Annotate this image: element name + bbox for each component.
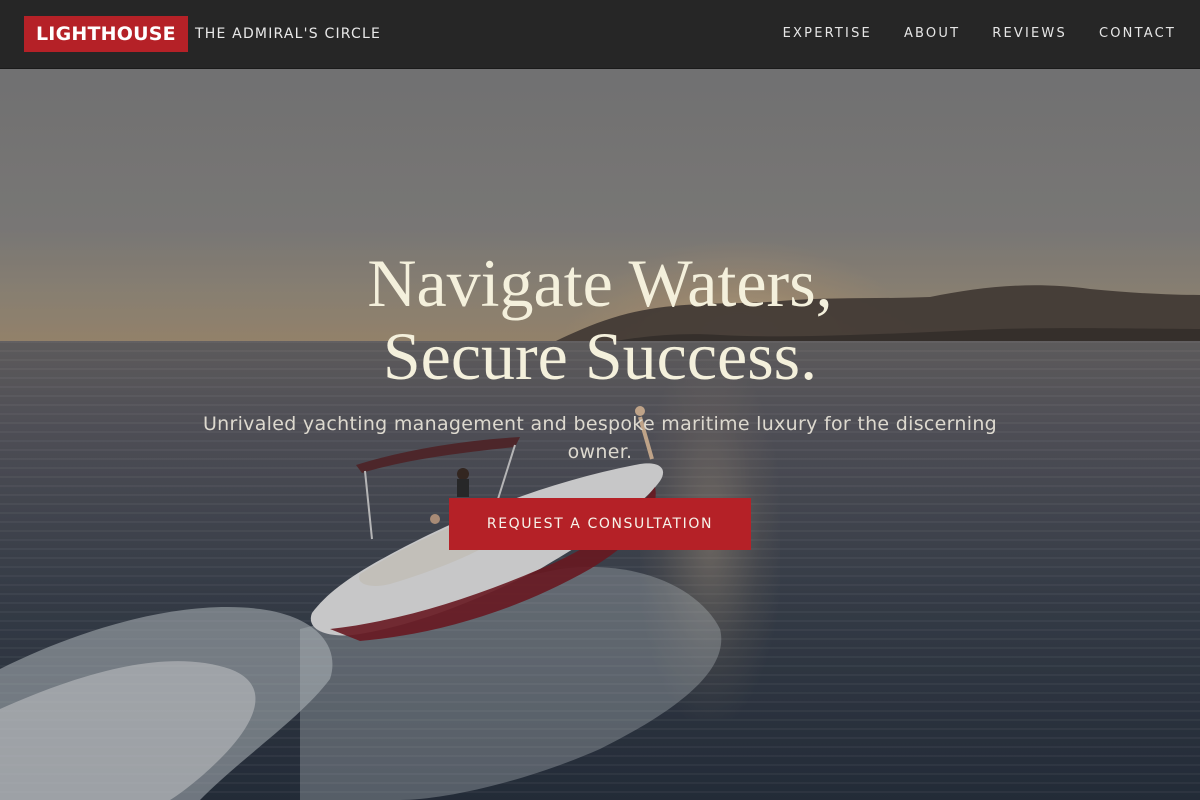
nav-link-about[interactable]: ABOUT (904, 24, 960, 44)
brand-tagline: THE ADMIRAL'S CIRCLE (195, 26, 382, 42)
brand-logo[interactable]: LIGHTHOUSE (24, 16, 188, 52)
nav-link-contact[interactable]: CONTACT (1099, 24, 1176, 44)
main-nav: EXPERTISE ABOUT REVIEWS CONTACT (783, 24, 1176, 44)
hero-title: Navigate Waters, Secure Success. (0, 247, 1200, 393)
site-header: LIGHTHOUSE THE ADMIRAL'S CIRCLE EXPERTIS… (0, 0, 1200, 69)
nav-link-reviews[interactable]: REVIEWS (992, 24, 1067, 44)
request-consultation-button[interactable]: REQUEST A CONSULTATION (449, 498, 751, 550)
hero-title-line1: Navigate Waters, (367, 245, 833, 321)
hero-subtitle: Unrivaled yachting management and bespok… (202, 413, 998, 463)
nav-link-expertise[interactable]: EXPERTISE (783, 24, 872, 44)
hero-title-line2: Secure Success. (382, 318, 818, 394)
